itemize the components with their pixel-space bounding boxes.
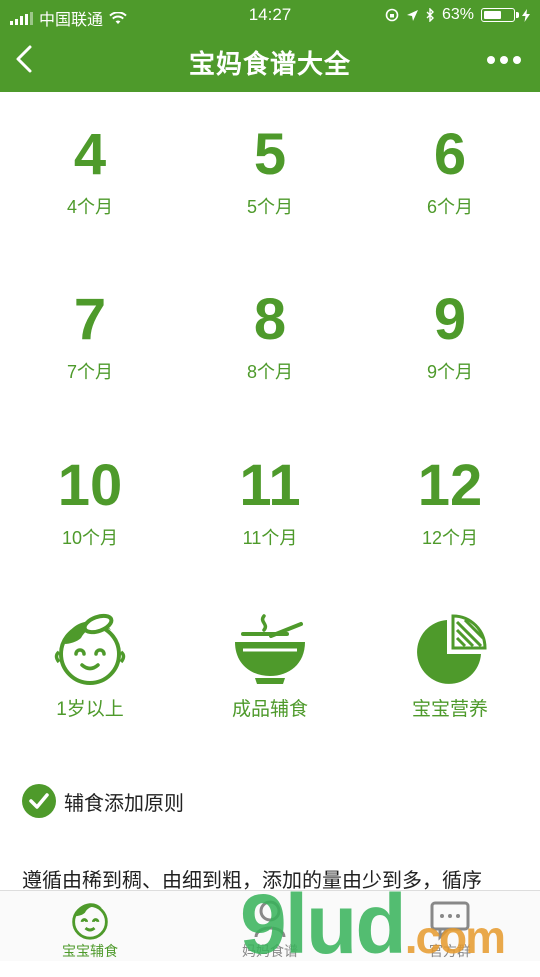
tab-baby-food[interactable]: 宝宝辅食 [0,891,180,961]
category-label: 成品辅食 [231,699,308,720]
month-label: 8个月 [246,362,293,382]
month-9-item[interactable]: 9 9个月 [360,290,540,384]
location-icon [406,9,418,21]
month-4-item[interactable]: 4 4个月 [0,125,180,219]
month-7-item[interactable]: 7 7个月 [0,290,180,384]
food-bowl-icon [235,614,305,684]
month-number: 4 [73,122,107,187]
month-label: 7个月 [66,362,113,382]
status-bar: 中国联通 14:27 63% [0,0,540,30]
top-bar: 中国联通 14:27 63% 宝妈食谱大全 [0,0,540,92]
month-11-item[interactable]: 11 11个月 [180,456,360,550]
month-label: 10个月 [61,528,119,548]
category-label: 宝宝营养 [411,699,488,720]
battery-percent: 63% [441,6,474,23]
watermark-logo: 9lud.com [240,877,506,971]
month-label: 12个月 [421,528,479,548]
principle-header: 辅食添加原则 [22,784,184,818]
bluetooth-icon [426,8,434,22]
month-label: 5个月 [246,197,293,217]
principle-title: 辅食添加原则 [64,792,184,815]
month-number: 9 [433,287,467,352]
month-number: 7 [73,287,107,352]
month-6-item[interactable]: 6 6个月 [360,125,540,219]
month-number: 11 [239,453,301,518]
checkmark-icon [22,784,56,818]
battery-icon [481,8,519,22]
category-label: 1岁以上 [56,699,124,720]
month-label: 11个月 [242,528,298,548]
category-over-1-year[interactable]: 1岁以上 [0,612,180,721]
month-number: 6 [433,122,467,187]
category-baby-nutrition[interactable]: 宝宝营养 [360,612,540,721]
more-options-button[interactable] [486,50,522,70]
month-label: 4个月 [66,197,113,217]
month-5-item[interactable]: 5 5个月 [180,125,360,219]
page-title: 宝妈食谱大全 [188,49,351,79]
charging-icon [522,8,530,22]
baby-face-icon [72,903,108,940]
month-number: 10 [57,453,123,518]
tab-label: 宝宝辅食 [62,943,118,959]
month-8-item[interactable]: 8 8个月 [180,290,360,384]
month-label: 6个月 [426,197,473,217]
month-12-item[interactable]: 12 12个月 [360,456,540,550]
month-number: 8 [253,287,287,352]
rotation-lock-icon [385,8,399,22]
category-ready-made-food[interactable]: 成品辅食 [180,612,360,721]
month-label: 9个月 [426,362,473,382]
month-10-item[interactable]: 10 10个月 [0,456,180,550]
pie-chart-icon [417,614,487,684]
month-number: 5 [253,122,287,187]
baby-face-icon [54,613,126,685]
month-number: 12 [417,453,483,518]
